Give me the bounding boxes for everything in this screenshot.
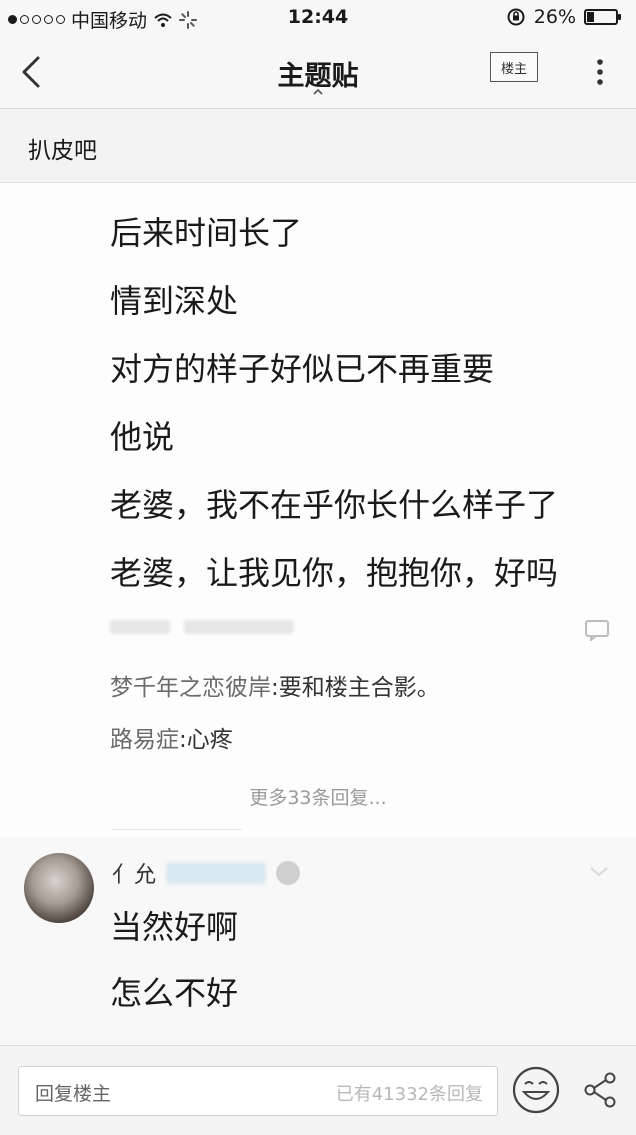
post-line: 对方的样子好似已不再重要 <box>110 350 495 388</box>
share-icon[interactable] <box>580 1068 620 1112</box>
more-options-button[interactable] <box>588 52 612 92</box>
status-right: 26% <box>506 6 621 28</box>
sub-reply-separator: : <box>271 675 279 701</box>
reply-placeholder: 回复楼主 <box>35 1083 112 1105</box>
nav-bar: 主题贴 楼主 <box>0 38 636 109</box>
reply-floor: 亻允 当然好啊 怎么不好 <box>0 837 636 1045</box>
battery-fill <box>587 12 594 22</box>
sub-reply-user[interactable]: 梦千年之恋彼岸 <box>110 675 271 701</box>
floor-line: 怎么不好 <box>110 974 239 1012</box>
post-line: 他说 <box>110 418 175 456</box>
reply-bar: 回复楼主 已有41332条回复 <box>0 1045 636 1135</box>
sub-reply-text: 心疼 <box>186 727 233 753</box>
reply-count: 已有41332条回复 <box>335 1084 483 1105</box>
sub-reply-separator: : <box>179 727 187 753</box>
floor-line: 当然好啊 <box>110 908 239 946</box>
sub-reply-text: 要和楼主合影。 <box>278 675 440 701</box>
blurred-username <box>166 862 267 884</box>
battery-percent: 26% <box>533 6 576 28</box>
post-line: 情到深处 <box>110 282 239 320</box>
sub-reply-user[interactable]: 路易症 <box>110 727 179 753</box>
level-badge <box>276 861 301 885</box>
thread-content: 后来时间长了 情到深处 对方的样子好似已不再重要 他说 老婆，我不在乎你长什么样… <box>0 183 636 1045</box>
floor-user: 亻允 <box>112 857 301 889</box>
only-op-button[interactable]: 楼主 <box>490 52 538 82</box>
forum-name[interactable]: 扒皮吧 <box>28 131 97 165</box>
chevron-up-icon <box>313 88 323 95</box>
post-line: 老婆，我不在乎你长什么样子了 <box>110 486 559 524</box>
post-line: 老婆，让我见你，抱抱你，好吗 <box>110 554 559 592</box>
rotation-lock-icon <box>507 8 525 26</box>
comment-icon[interactable] <box>584 619 610 641</box>
status-bar: 中国移动 12:44 26% <box>0 0 636 38</box>
post-line: 后来时间长了 <box>110 214 303 252</box>
sub-reply[interactable]: 梦千年之恋彼岸:要和楼主合影。 <box>110 673 440 725</box>
floor-body: 当然好啊 怎么不好 <box>110 907 238 1039</box>
more-replies-link[interactable]: 更多33条回复... <box>0 783 636 810</box>
sub-replies: 梦千年之恋彼岸:要和楼主合影。 路易症:心疼 <box>110 673 440 777</box>
chevron-down-icon[interactable] <box>588 865 610 879</box>
post-body: 后来时间长了 情到深处 对方的样子好似已不再重要 他说 老婆，我不在乎你长什么样… <box>110 213 558 621</box>
battery-icon <box>584 9 621 25</box>
emoji-icon[interactable] <box>510 1064 562 1116</box>
floor-user-name[interactable]: 亻允 <box>112 857 156 889</box>
sub-reply[interactable]: 路易症:心疼 <box>110 725 440 777</box>
post-meta-blurred <box>110 620 294 634</box>
avatar[interactable] <box>24 853 94 923</box>
forum-header[interactable]: 扒皮吧 <box>0 109 636 183</box>
divider <box>112 829 242 830</box>
reply-input[interactable]: 回复楼主 已有41332条回复 <box>18 1066 498 1116</box>
